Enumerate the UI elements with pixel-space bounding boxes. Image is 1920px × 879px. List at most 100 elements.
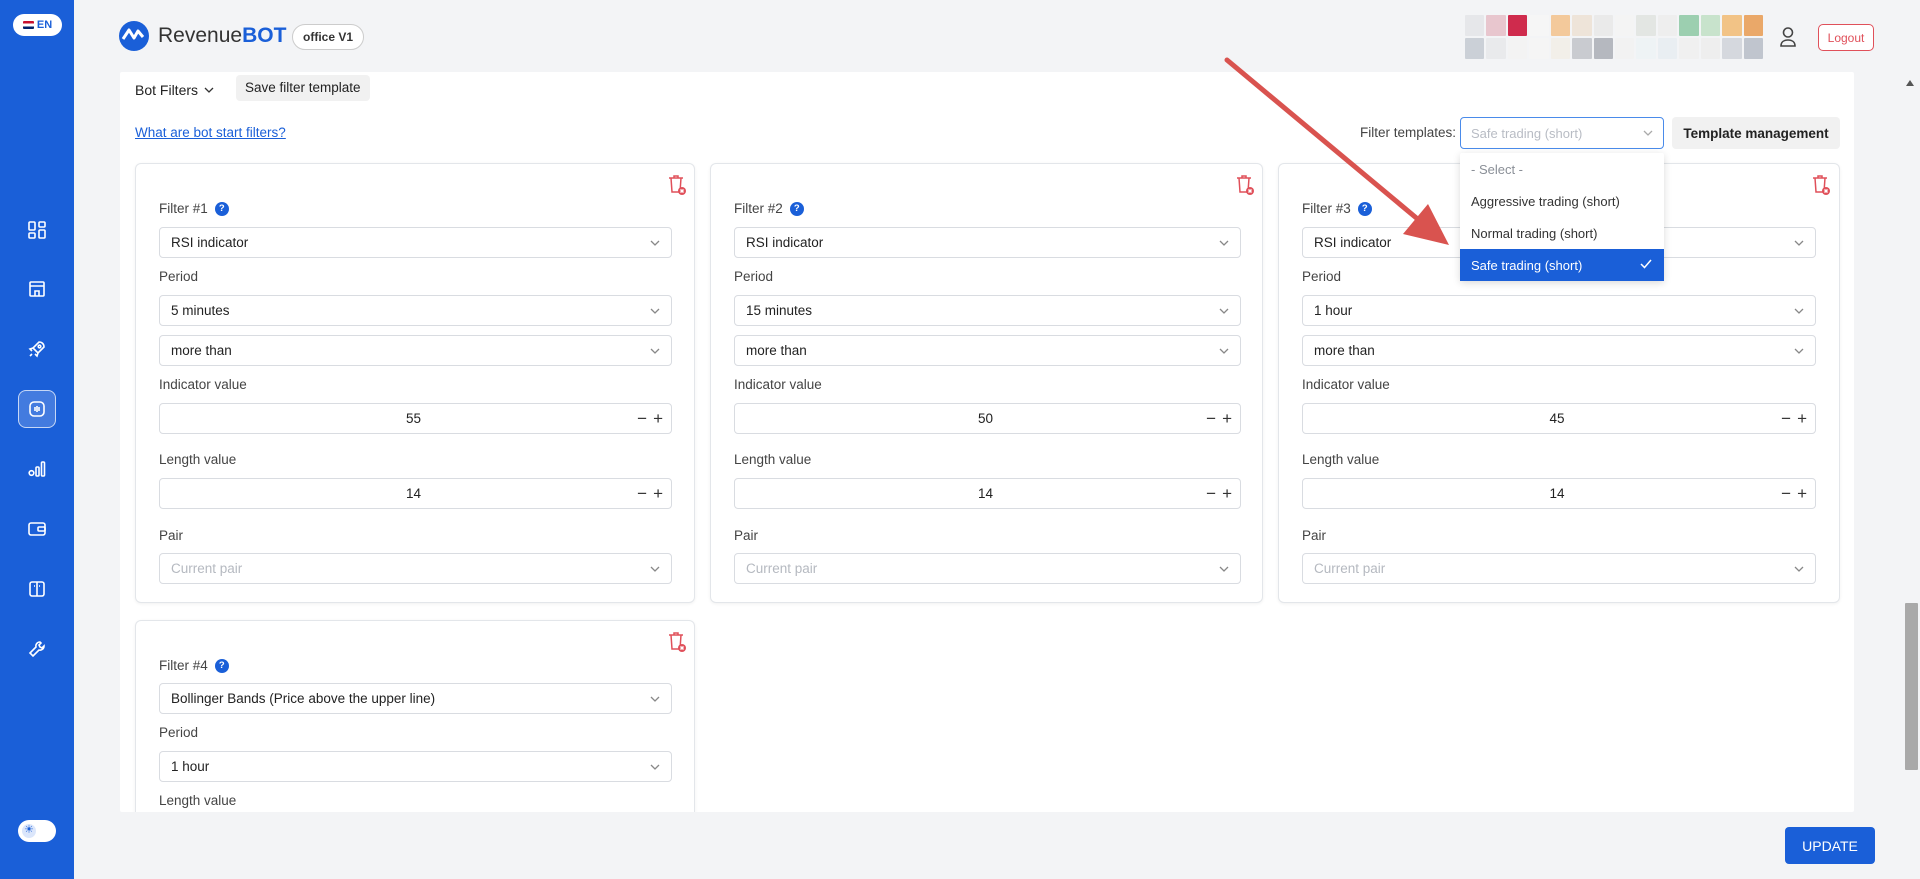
length-value-stepper[interactable]: 14− + (1302, 478, 1816, 509)
bot-start-filters-help-link[interactable]: What are bot start filters? (135, 125, 286, 140)
nav-tools[interactable] (18, 630, 56, 668)
period-label: Period (1302, 269, 1342, 284)
indicator-value-stepper[interactable]: 55− + (159, 403, 672, 434)
delete-filter-icon[interactable] (1811, 174, 1831, 196)
minus-icon[interactable]: − (1206, 409, 1216, 429)
template-option-safe[interactable]: Safe trading (short) (1460, 249, 1664, 281)
user-profile-icon[interactable] (1779, 26, 1797, 48)
chevron-down-icon (1219, 348, 1229, 354)
pair-select[interactable]: Current pair (734, 553, 1241, 584)
length-value-label: Length value (1302, 452, 1380, 467)
chevron-down-icon (650, 240, 660, 246)
chevron-down-icon (1219, 308, 1229, 314)
scroll-up-arrow-icon[interactable] (1906, 80, 1914, 86)
minus-icon[interactable]: − (1781, 484, 1791, 504)
filter-card-2: Filter #2? RSI indicator Period 15 minut… (710, 163, 1263, 603)
bot-filters-toggle[interactable]: Bot Filters (135, 82, 214, 98)
template-option-normal[interactable]: Normal trading (short) (1460, 217, 1664, 249)
chevron-down-icon (1794, 240, 1804, 246)
indicator-select[interactable]: Bollinger Bands (Price above the upper l… (159, 683, 672, 714)
help-icon[interactable]: ? (789, 201, 804, 216)
filter-templates-label: Filter templates: (1360, 125, 1457, 140)
length-value[interactable]: 14 (735, 486, 1206, 501)
period-label: Period (159, 269, 199, 284)
plus-icon[interactable]: + (653, 484, 663, 504)
delete-filter-icon[interactable] (1235, 174, 1255, 196)
nav-rocket[interactable] (18, 330, 56, 368)
logout-button[interactable]: Logout (1818, 24, 1874, 51)
pair-select[interactable]: Current pair (159, 553, 672, 584)
indicator-value-stepper[interactable]: 50− + (734, 403, 1241, 434)
template-management-button[interactable]: Template management (1672, 117, 1840, 149)
delete-filter-icon[interactable] (667, 631, 687, 653)
plus-icon[interactable]: + (653, 409, 663, 429)
filter-title: Filter #1? (159, 201, 229, 216)
period-select[interactable]: 15 minutes (734, 295, 1241, 326)
help-icon[interactable]: ? (214, 201, 229, 216)
template-option-select[interactable]: - Select - (1460, 153, 1664, 185)
chevron-down-icon (1794, 566, 1804, 572)
nav-book[interactable] (18, 570, 56, 608)
filter-title: Filter #4? (159, 658, 229, 673)
indicator-select[interactable]: RSI indicator (159, 227, 672, 258)
language-switcher[interactable]: EN (13, 14, 62, 36)
length-value-stepper[interactable]: 14− + (734, 478, 1241, 509)
wallet-icon (28, 522, 46, 536)
indicator-select[interactable]: RSI indicator (734, 227, 1241, 258)
chevron-down-icon (1219, 240, 1229, 246)
save-filter-template-button[interactable]: Save filter template (236, 75, 370, 101)
indicator-value-stepper[interactable]: 45− + (1302, 403, 1816, 434)
chevron-down-icon (650, 566, 660, 572)
plus-icon[interactable]: + (1797, 409, 1807, 429)
length-value[interactable]: 14 (160, 486, 637, 501)
delete-filter-icon[interactable] (667, 174, 687, 196)
bot-icon (29, 401, 45, 417)
wrench-icon (28, 641, 45, 658)
minus-icon[interactable]: − (637, 409, 647, 429)
help-icon[interactable]: ? (1357, 201, 1372, 216)
indicator-value[interactable]: 45 (1303, 411, 1781, 426)
period-label: Period (159, 725, 199, 740)
minus-icon[interactable]: − (1781, 409, 1791, 429)
nav-analytics[interactable] (18, 450, 56, 488)
plus-icon[interactable]: + (1222, 484, 1232, 504)
update-button[interactable]: UPDATE (1785, 827, 1875, 864)
template-option-aggressive[interactable]: Aggressive trading (short) (1460, 185, 1664, 217)
office-badge: office V1 (292, 24, 365, 50)
condition-select[interactable]: more than (734, 335, 1241, 366)
pair-label: Pair (734, 528, 759, 543)
plus-icon[interactable]: + (1797, 484, 1807, 504)
minus-icon[interactable]: − (1206, 484, 1216, 504)
period-select[interactable]: 1 hour (159, 751, 672, 782)
scrollbar-thumb[interactable] (1905, 603, 1918, 770)
filter-templates-select[interactable]: Safe trading (short) (1460, 117, 1664, 149)
pair-select[interactable]: Current pair (1302, 553, 1816, 584)
pair-label: Pair (1302, 528, 1327, 543)
chevron-down-icon (204, 87, 214, 93)
filter-templates-dropdown: - Select - Aggressive trading (short) No… (1460, 153, 1664, 281)
plus-icon[interactable]: + (1222, 409, 1232, 429)
period-select[interactable]: 1 hour (1302, 295, 1816, 326)
chevron-down-icon (650, 348, 660, 354)
bot-filters-title: Bot Filters (135, 82, 199, 98)
length-value-label: Length value (734, 452, 812, 467)
indicator-value-label: Indicator value (734, 377, 822, 392)
filter-templates-value: Safe trading (short) (1471, 125, 1583, 141)
length-value[interactable]: 14 (1303, 486, 1781, 501)
period-select[interactable]: 5 minutes (159, 295, 672, 326)
nav-dashboard[interactable] (18, 211, 56, 249)
help-icon[interactable]: ? (214, 658, 229, 673)
nav-bots[interactable] (18, 390, 56, 428)
logo[interactable]: RevenueBOT (118, 20, 286, 52)
nav-store[interactable] (18, 270, 56, 308)
indicator-value[interactable]: 50 (735, 411, 1206, 426)
minus-icon[interactable]: − (637, 484, 647, 504)
period-label: Period (734, 269, 774, 284)
condition-select[interactable]: more than (159, 335, 672, 366)
store-icon (29, 281, 45, 297)
indicator-value[interactable]: 55 (160, 411, 637, 426)
length-value-stepper[interactable]: 14− + (159, 478, 672, 509)
nav-wallet[interactable] (18, 510, 56, 548)
theme-toggle[interactable]: ☀ (18, 820, 56, 842)
condition-select[interactable]: more than (1302, 335, 1816, 366)
